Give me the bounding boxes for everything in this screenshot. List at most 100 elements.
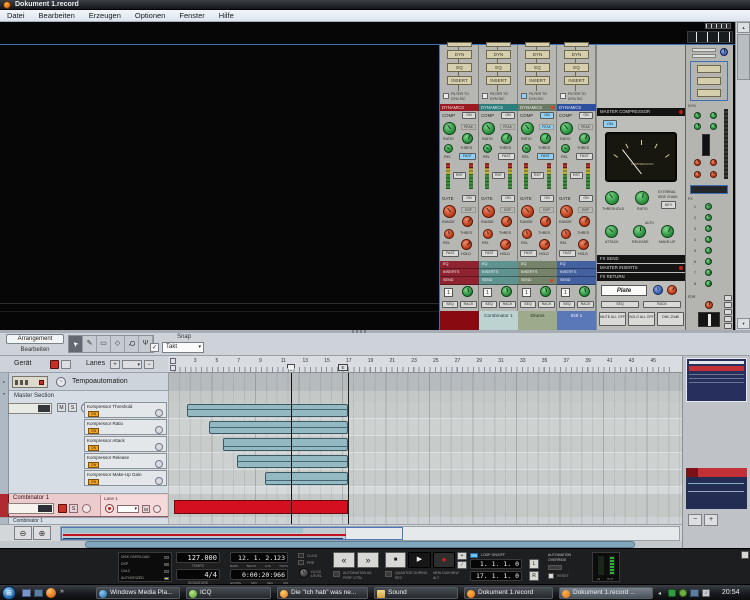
comp-on-button[interactable]: ON bbox=[579, 112, 593, 119]
dyn-knob[interactable] bbox=[694, 112, 701, 119]
gate-on-button[interactable]: ON bbox=[540, 195, 554, 202]
dim-button[interactable]: DIM -20dB bbox=[657, 312, 684, 326]
filter-to-dyn-checkbox[interactable] bbox=[560, 93, 566, 99]
snap-checkbox[interactable]: ✓ bbox=[150, 343, 159, 352]
master-comp-on-button[interactable]: ON bbox=[603, 120, 617, 128]
lane-option-button[interactable] bbox=[153, 505, 161, 513]
sidechain-key-button[interactable]: KEY bbox=[661, 201, 676, 209]
signal-box-insert[interactable]: INSERT bbox=[486, 76, 511, 85]
horizontal-scrollbar[interactable] bbox=[0, 541, 682, 548]
gate-hold-knob[interactable] bbox=[578, 239, 589, 250]
signal-box-dyn[interactable]: DYN bbox=[486, 50, 511, 59]
solo-button[interactable]: S bbox=[69, 504, 78, 513]
pencil-tool[interactable]: ✎ bbox=[83, 336, 97, 352]
taskbar-button-2[interactable]: ICQ bbox=[186, 587, 271, 599]
send-level-knob[interactable] bbox=[540, 286, 551, 297]
comp-ratio-knob[interactable] bbox=[560, 122, 573, 135]
lane-knob-icon[interactable] bbox=[155, 409, 163, 417]
meter-rst-button[interactable]: RST bbox=[570, 172, 583, 179]
volume-tray-icon[interactable]: ♪ bbox=[702, 589, 710, 597]
dyn-knob-red[interactable] bbox=[710, 171, 717, 178]
title-bar[interactable]: Dokument 1.record bbox=[0, 0, 750, 10]
send-number-box[interactable]: 1 bbox=[522, 288, 531, 297]
comp-thres-knob[interactable] bbox=[501, 133, 512, 144]
transport-fold-button[interactable] bbox=[741, 551, 749, 559]
menu-erzeugen[interactable]: Erzeugen bbox=[89, 11, 121, 20]
comp-thres-knob[interactable] bbox=[462, 133, 473, 144]
strip-row-send[interactable]: SEND bbox=[479, 277, 518, 285]
signal-box-dyn[interactable]: DYN bbox=[447, 50, 472, 59]
fx-send-knob-7[interactable] bbox=[705, 269, 712, 276]
position-flag[interactable] bbox=[170, 365, 176, 371]
dyn-knob[interactable] bbox=[710, 123, 717, 130]
grid-row-tempo[interactable] bbox=[168, 373, 682, 391]
song-position-display[interactable]: 12. 1. 2.123 bbox=[230, 552, 288, 563]
track-name[interactable]: Tempoautomation bbox=[72, 378, 128, 385]
strip-row-send[interactable]: SEND bbox=[440, 277, 479, 285]
taskbar-button-4[interactable]: Sound bbox=[374, 587, 458, 599]
gate-range-knob[interactable] bbox=[560, 205, 573, 218]
track-device-chip[interactable] bbox=[12, 376, 48, 388]
gate-thres-knob[interactable] bbox=[462, 216, 473, 227]
filter-to-dyn-checkbox[interactable] bbox=[482, 93, 488, 99]
comp-ratio-knob[interactable] bbox=[482, 122, 495, 135]
zoom-in-button[interactable]: ⊕ bbox=[33, 526, 51, 540]
gate-on-button[interactable]: ON bbox=[501, 195, 515, 202]
master-attack-knob[interactable] bbox=[605, 225, 618, 238]
comp-thres-knob[interactable] bbox=[579, 133, 590, 144]
loop-right-button[interactable]: R bbox=[529, 571, 539, 581]
send-number-box[interactable]: 1 bbox=[483, 288, 492, 297]
stop-button[interactable]: ■ bbox=[385, 552, 406, 568]
strip-nav-button[interactable] bbox=[724, 295, 732, 301]
track-tempo-automation[interactable]: ▸ ~ Tempoautomation bbox=[0, 373, 168, 391]
lane-take-dropdown[interactable]: ▾ bbox=[117, 505, 139, 513]
gate-hold-knob[interactable] bbox=[539, 239, 550, 250]
edit-view-button[interactable]: Bearbeiten bbox=[6, 345, 64, 355]
rack-button[interactable]: RACK bbox=[499, 301, 516, 308]
gate-fast-button[interactable]: FAST bbox=[559, 250, 576, 257]
filter-to-dyn-checkbox[interactable] bbox=[443, 93, 449, 99]
lane-on-badge[interactable]: ON bbox=[88, 479, 99, 485]
icq-tray-icon[interactable] bbox=[679, 589, 687, 597]
gate-range-knob[interactable] bbox=[443, 205, 456, 218]
gate-thres-knob[interactable] bbox=[501, 216, 512, 227]
rack-mini-toolbar-icon[interactable] bbox=[705, 23, 731, 29]
loop-left-display[interactable]: 1. 1. 1. 0 bbox=[470, 559, 522, 569]
ministrip-eq-block[interactable] bbox=[690, 61, 728, 101]
end-marker[interactable]: E bbox=[338, 364, 348, 371]
snap-value-dropdown[interactable]: Takt ▾ bbox=[162, 342, 204, 353]
signal-box-insert[interactable]: INSERT bbox=[525, 76, 550, 85]
dyn-knob-red[interactable] bbox=[694, 159, 701, 166]
master-seq-button[interactable]: SEQ bbox=[601, 301, 639, 308]
comp-on-button[interactable]: ON bbox=[462, 112, 476, 119]
gate-hold-knob[interactable] bbox=[500, 239, 511, 250]
comp-fast-button[interactable]: FAST bbox=[537, 153, 554, 160]
grid-row-master[interactable] bbox=[168, 391, 682, 402]
rack-button[interactable]: RACK bbox=[577, 301, 594, 308]
lane-mute-button[interactable]: M bbox=[142, 505, 150, 513]
menu-bearbeiten[interactable]: Bearbeiten bbox=[39, 11, 75, 20]
signal-box-eq[interactable]: EQ bbox=[525, 63, 550, 72]
signal-box-insert[interactable]: INSERT bbox=[564, 76, 589, 85]
meter-rst-button[interactable]: RST bbox=[492, 172, 505, 179]
grid-row-lane[interactable] bbox=[168, 470, 682, 487]
master-ratio-knob[interactable] bbox=[635, 191, 649, 205]
track-name[interactable]: Combinator 1 bbox=[13, 495, 49, 501]
track-combinator-1-b[interactable]: Combinator 1 bbox=[0, 517, 168, 524]
comp-ratio-knob[interactable] bbox=[521, 122, 534, 135]
fast-forward-button[interactable]: » bbox=[357, 552, 379, 568]
zoom-out-button[interactable]: ⊖ bbox=[14, 526, 32, 540]
rack-empty-black-panel[interactable] bbox=[0, 45, 440, 303]
signal-box-eq[interactable]: EQ bbox=[447, 63, 472, 72]
track-combinator-1[interactable]: Combinator 1 S Lane 1 ▾ M bbox=[0, 494, 168, 517]
menu-fenster[interactable]: Fenster bbox=[179, 11, 204, 20]
play-button[interactable]: ▶ bbox=[408, 552, 431, 568]
automation-lane-item[interactable]: Kompressor AttackON bbox=[84, 436, 167, 452]
mute-all-off-button[interactable]: MUTE ALL OFF bbox=[599, 312, 626, 326]
comp-rel-knob[interactable] bbox=[522, 144, 531, 153]
loop-right-display[interactable]: 17. 1. 1. 0 bbox=[470, 571, 522, 581]
remove-lane-button[interactable]: − bbox=[144, 360, 154, 369]
channel-name-plate[interactable] bbox=[440, 311, 479, 330]
grid-row-combinator2[interactable] bbox=[168, 517, 682, 524]
rewind-button[interactable]: « bbox=[333, 552, 355, 568]
